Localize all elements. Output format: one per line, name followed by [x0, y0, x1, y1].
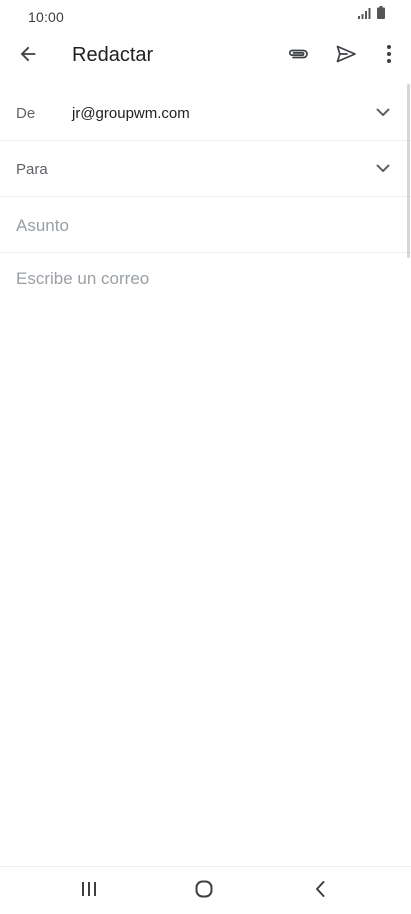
paperclip-icon	[286, 42, 310, 71]
attach-button[interactable]	[276, 34, 320, 78]
back-nav-button[interactable]	[296, 873, 344, 909]
back-button[interactable]	[6, 34, 50, 78]
back-icon	[314, 880, 326, 903]
battery-icon	[377, 6, 385, 24]
home-icon	[195, 880, 213, 903]
arrow-back-icon	[17, 43, 39, 70]
to-label: Para	[16, 161, 48, 178]
to-expand-button[interactable]	[369, 155, 397, 183]
from-label: De	[16, 105, 36, 122]
from-expand-button[interactable]	[369, 99, 397, 127]
subject-row	[0, 197, 411, 253]
nav-bar	[0, 866, 411, 914]
from-row[interactable]: De jr@groupwm.com	[0, 85, 411, 141]
send-button[interactable]	[324, 34, 368, 78]
status-icons	[358, 6, 385, 24]
recents-icon	[80, 881, 98, 902]
body-input[interactable]	[16, 268, 386, 848]
more-options-button[interactable]	[367, 34, 411, 78]
send-icon	[334, 42, 358, 71]
scrollbar[interactable]	[407, 84, 410, 258]
chevron-down-icon	[376, 104, 390, 122]
page-title: Redactar	[72, 44, 154, 66]
status-time: 10:00	[28, 9, 65, 25]
status-bar: 10:00	[0, 0, 411, 34]
to-row[interactable]: Para	[0, 141, 411, 197]
home-button[interactable]	[180, 873, 228, 909]
recents-button[interactable]	[65, 873, 113, 909]
from-value: jr@groupwm.com	[72, 105, 190, 122]
subject-input[interactable]	[16, 215, 386, 237]
signal-icon	[358, 6, 371, 24]
chevron-down-icon	[376, 160, 390, 178]
app-bar: Redactar	[0, 34, 411, 78]
more-vert-icon	[386, 44, 392, 69]
